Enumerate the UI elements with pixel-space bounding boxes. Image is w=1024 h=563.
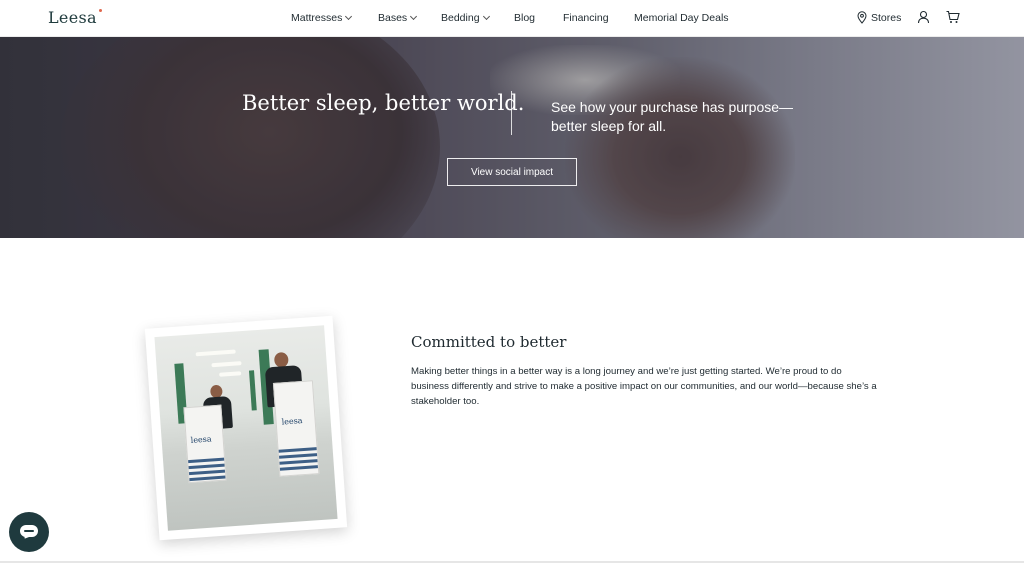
nav-bases[interactable]: Bases <box>378 12 418 24</box>
box-stripe <box>188 463 225 470</box>
site-header: Leesa Mattresses Bases Bedding Blog Fina… <box>0 0 1024 37</box>
nav-bases-label: Bases <box>378 12 408 24</box>
cart-button[interactable] <box>946 10 960 29</box>
nav-financing-label: Financing <box>563 12 609 24</box>
hero-divider <box>511 91 512 135</box>
team-photo: leesa leesa <box>154 325 338 531</box>
leesa-box-left: leesa <box>183 404 227 484</box>
box-stripe <box>279 465 318 471</box>
nav-blog[interactable]: Blog <box>514 12 535 24</box>
leesa-box-right: leesa <box>272 380 320 477</box>
nav-blog-label: Blog <box>514 12 536 24</box>
location-pin-icon <box>857 11 867 24</box>
box-stripe <box>188 457 225 464</box>
box-stripe <box>278 447 317 453</box>
hallway-door <box>249 370 257 411</box>
stores-link[interactable]: Stores <box>857 11 901 24</box>
nav-memorial-day-deals-label: Memorial Day Deals <box>634 12 729 24</box>
chevron-down-icon <box>410 12 418 21</box>
nav-memorial-day-deals[interactable]: Memorial Day Deals <box>634 12 729 24</box>
chevron-down-icon <box>482 12 490 21</box>
box-stripe <box>189 475 226 482</box>
nav-mattresses[interactable]: Mattresses <box>291 12 353 24</box>
hero-banner: Better sleep, better world. See how your… <box>0 37 1024 238</box>
section-title: Committed to better <box>411 333 567 351</box>
chat-button[interactable] <box>9 512 49 552</box>
nav-bedding[interactable]: Bedding <box>441 12 490 24</box>
nav-financing[interactable]: Financing <box>563 12 609 24</box>
box-logo: leesa <box>190 434 212 445</box>
hero-subtitle: See how your purchase has purpose—better… <box>551 99 794 134</box>
stores-label: Stores <box>871 11 902 24</box>
user-icon <box>917 10 930 24</box>
hero-title: Better sleep, better world. <box>242 91 525 115</box>
ceiling-light <box>195 349 236 357</box>
chat-bubble-dash <box>24 530 34 532</box>
box-stripe <box>188 469 226 476</box>
view-social-impact-button[interactable]: View social impact <box>447 158 577 186</box>
ceiling-light <box>211 361 242 368</box>
section-body: Making better things in a better way is … <box>411 366 877 408</box>
cart-icon <box>946 10 960 23</box>
ceiling-light <box>219 371 242 377</box>
nav-bedding-label: Bedding <box>441 12 480 24</box>
chevron-down-icon <box>345 12 353 21</box>
photo-polaroid: leesa leesa <box>144 315 348 541</box>
box-stripe <box>279 453 318 459</box>
box-logo: leesa <box>281 416 303 427</box>
box-stripe <box>279 459 318 465</box>
nav-mattresses-label: Mattresses <box>291 12 343 24</box>
hero-overlay <box>0 37 1024 238</box>
account-button[interactable] <box>917 10 930 29</box>
